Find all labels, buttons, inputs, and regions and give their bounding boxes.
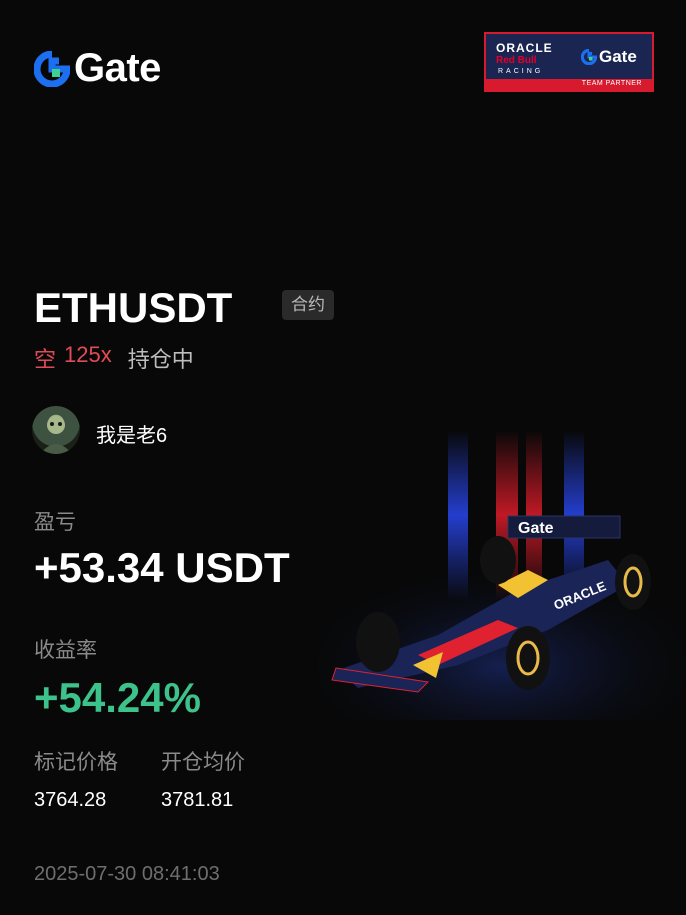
racing-text: RACING [498, 68, 544, 75]
gate-logo-icon [34, 50, 70, 87]
partner-gate-text: Gate [599, 47, 637, 66]
position-status: 持仓中 [127, 347, 194, 372]
avatar [32, 406, 80, 454]
avatar-icon [40, 416, 72, 454]
contract-type-badge: 合约 [282, 290, 334, 320]
svg-text:Gate: Gate [518, 520, 554, 537]
roi-value: +54.24% [34, 674, 201, 721]
pnl-label: 盈亏 [34, 511, 76, 534]
gate-logo-text: Gate [74, 46, 161, 90]
mark-price-value: 3764.28 [34, 789, 107, 811]
team-partner-strip: TEAM PARTNER [486, 79, 652, 90]
partner-gate-logo: Gate [581, 47, 637, 67]
team-partner-text: TEAM PARTNER [581, 80, 642, 87]
red-bull-partner-badge: ORACLE Red Bull RACING Gate TEAM PARTNER [484, 32, 654, 92]
trading-pair: ETHUSDT [34, 284, 233, 331]
redbull-text: Red Bull [496, 55, 537, 66]
entry-price-value: 3781.81 [161, 789, 234, 811]
oracle-text: ORACLE [496, 41, 553, 55]
position-info: 空 125x 持仓中 [34, 342, 194, 374]
pnl-value: +53.34 USDT [34, 544, 290, 591]
roi-label: 收益率 [34, 639, 97, 662]
leverage: 125x [64, 342, 112, 367]
username: 我是老6 [96, 425, 168, 447]
mark-price-label: 标记价格 [34, 751, 118, 774]
gate-logo: Gate [34, 46, 161, 91]
partner-gate-icon [581, 49, 597, 65]
timestamp: 2025-07-30 08:41:03 [34, 863, 220, 885]
position-side: 空 [34, 347, 57, 372]
f1-car-illustration: Gate ORACLE [318, 430, 686, 720]
entry-price-label: 开仓均价 [161, 751, 245, 774]
